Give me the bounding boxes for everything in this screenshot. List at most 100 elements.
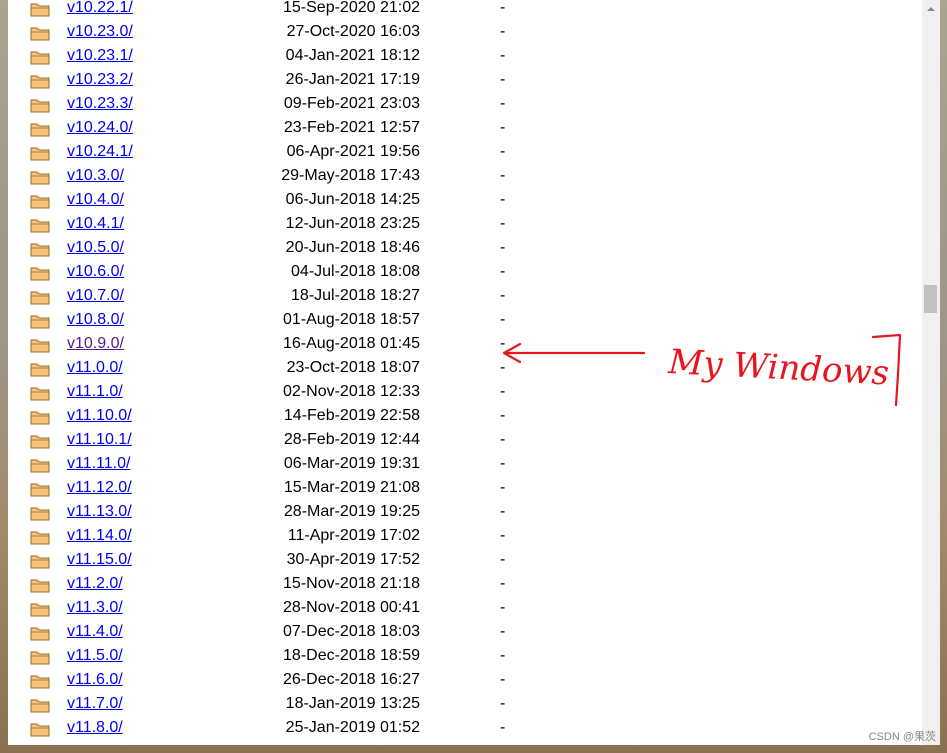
entry-date: 23-Feb-2021 12:57 (283, 119, 420, 136)
listing-row: v11.1.0/02-Nov-2018 12:33 - (8, 377, 922, 401)
entry-size: - (500, 239, 506, 256)
listing-row: v10.23.2/26-Jan-2021 17:19 - (8, 65, 922, 89)
entry-size: - (500, 0, 506, 16)
entry-date: 28-Mar-2019 19:25 (283, 503, 420, 520)
entry-size: - (500, 383, 506, 400)
entry-link[interactable]: v10.24.0/ (67, 113, 133, 137)
entry-link[interactable]: v10.8.0/ (67, 305, 124, 329)
entry-date: 04-Jul-2018 18:08 (291, 263, 420, 280)
entry-link[interactable]: v10.4.0/ (67, 185, 124, 209)
folder-icon (30, 27, 50, 41)
entry-link[interactable]: v11.5.0/ (67, 641, 123, 665)
entry-link[interactable]: v11.12.0/ (67, 473, 132, 497)
listing-row: v10.24.0/23-Feb-2021 12:57 - (8, 113, 922, 137)
entry-link[interactable]: v11.6.0/ (67, 665, 123, 689)
entry-size: - (500, 191, 506, 208)
listing-row: v10.5.0/20-Jun-2018 18:46 - (8, 233, 922, 257)
entry-date: 06-Apr-2021 19:56 (286, 143, 420, 160)
folder-icon (30, 579, 50, 593)
entry-date: 07-Dec-2018 18:03 (283, 623, 420, 640)
entry-size: - (500, 671, 506, 688)
folder-icon (30, 315, 50, 329)
folder-icon (30, 531, 50, 545)
entry-link[interactable]: v11.8.0/ (67, 713, 123, 737)
listing-row: v10.23.3/09-Feb-2021 23:03 - (8, 89, 922, 113)
folder-icon (30, 627, 50, 641)
folder-icon (30, 555, 50, 569)
folder-icon (30, 171, 50, 185)
entry-link[interactable]: v10.24.1/ (67, 137, 133, 161)
entry-size: - (500, 167, 506, 184)
entry-link[interactable]: v11.7.0/ (67, 689, 123, 713)
vertical-scrollbar[interactable] (922, 0, 940, 745)
listing-row: v11.7.0/18-Jan-2019 13:25 - (8, 689, 922, 713)
folder-icon (30, 99, 50, 113)
entry-link[interactable]: v11.11.0/ (67, 449, 130, 473)
listing-row: v10.7.0/18-Jul-2018 18:27 - (8, 281, 922, 305)
listing-row: v11.4.0/07-Dec-2018 18:03 - (8, 617, 922, 641)
entry-size: - (500, 479, 506, 496)
folder-icon (30, 147, 50, 161)
listing-row: v11.11.0/06-Mar-2019 19:31 - (8, 449, 922, 473)
entry-date: 15-Nov-2018 21:18 (283, 575, 420, 592)
listing-row: v10.8.0/01-Aug-2018 18:57 - (8, 305, 922, 329)
entry-link[interactable]: v11.10.1/ (67, 425, 132, 449)
entry-size: - (500, 647, 506, 664)
entry-link[interactable]: v10.23.3/ (67, 89, 133, 113)
listing-row: v10.4.0/06-Jun-2018 14:25 - (8, 185, 922, 209)
entry-link[interactable]: v10.23.1/ (67, 41, 133, 65)
entry-size: - (500, 359, 506, 376)
entry-link[interactable]: v11.2.0/ (67, 569, 123, 593)
folder-icon (30, 699, 50, 713)
entry-link[interactable]: v11.1.0/ (67, 377, 123, 401)
entry-link[interactable]: v10.22.1/ (67, 0, 133, 17)
entry-link[interactable]: v11.0.0/ (67, 353, 123, 377)
entry-size: - (500, 287, 506, 304)
entry-link[interactable]: v10.7.0/ (67, 281, 124, 305)
entry-link[interactable]: v10.23.0/ (67, 17, 133, 41)
entry-date: 18-Dec-2018 18:59 (283, 647, 420, 664)
entry-date: 09-Feb-2021 23:03 (283, 95, 420, 112)
listing-row: v10.4.1/12-Jun-2018 23:25 - (8, 209, 922, 233)
listing-row: v11.3.0/28-Nov-2018 00:41 - (8, 593, 922, 617)
entry-link[interactable]: v10.5.0/ (67, 233, 124, 257)
entry-link[interactable]: v10.3.0/ (67, 161, 124, 185)
entry-link[interactable]: v10.23.2/ (67, 65, 133, 89)
scrollbar-thumb[interactable] (924, 285, 937, 313)
entry-date: 06-Jun-2018 14:25 (285, 191, 420, 208)
entry-date: 29-May-2018 17:43 (281, 167, 420, 184)
entry-size: - (500, 455, 506, 472)
scroll-up-arrow[interactable] (922, 0, 940, 17)
listing-row: v10.22.1/15-Sep-2020 21:02 - (8, 0, 922, 17)
folder-icon (30, 291, 50, 305)
folder-icon (30, 603, 50, 617)
folder-icon (30, 459, 50, 473)
listing-row: v11.14.0/11-Apr-2019 17:02 - (8, 521, 922, 545)
entry-link[interactable]: v10.6.0/ (67, 257, 124, 281)
directory-listing: v10.22.1/15-Sep-2020 21:02- v10.23.0/27-O… (8, 0, 922, 737)
entry-link[interactable]: v11.3.0/ (67, 593, 123, 617)
entry-size: - (500, 719, 506, 736)
folder-icon (30, 411, 50, 425)
entry-link[interactable]: v11.15.0/ (67, 545, 132, 569)
entry-date: 28-Feb-2019 12:44 (283, 431, 420, 448)
entry-link[interactable]: v11.13.0/ (67, 497, 132, 521)
entry-size: - (500, 335, 506, 352)
entry-size: - (500, 407, 506, 424)
folder-icon (30, 507, 50, 521)
entry-size: - (500, 575, 506, 592)
entry-link[interactable]: v11.14.0/ (67, 521, 132, 545)
entry-link[interactable]: v10.4.1/ (67, 209, 124, 233)
folder-icon (30, 363, 50, 377)
watermark: CSDN @果茨 (868, 731, 936, 743)
entry-link[interactable]: v11.10.0/ (67, 401, 132, 425)
listing-row: v11.10.0/14-Feb-2019 22:58 - (8, 401, 922, 425)
entry-date: 01-Aug-2018 18:57 (283, 311, 420, 328)
listing-row: v10.3.0/29-May-2018 17:43 - (8, 161, 922, 185)
entry-link[interactable]: v10.9.0/ (67, 329, 124, 353)
entry-link[interactable]: v11.4.0/ (67, 617, 123, 641)
listing-row: v10.23.0/27-Oct-2020 16:03 - (8, 17, 922, 41)
entry-date: 26-Dec-2018 16:27 (283, 671, 420, 688)
entry-date: 18-Jan-2019 13:25 (285, 695, 420, 712)
folder-icon (30, 267, 50, 281)
